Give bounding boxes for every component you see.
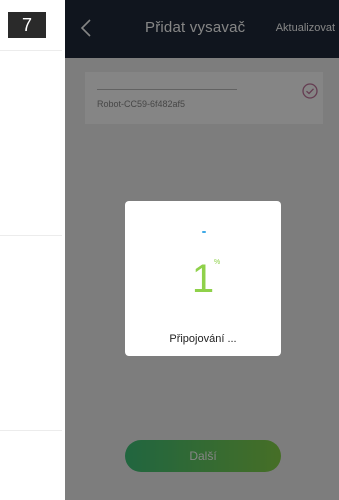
connecting-status: Připojování ... — [169, 333, 237, 345]
progress-unit: % — [214, 259, 221, 266]
loading-spinner-icon — [202, 231, 206, 233]
phone-screen: Přidat vysavač Aktualizovat Robot-CC59-6… — [65, 0, 339, 500]
screen: 7 Přidat vysavač Aktualizovat Robot-CC59… — [0, 0, 339, 500]
progress-value: 1 — [191, 257, 215, 301]
connecting-dialog: 1 % Připojování ... — [125, 201, 281, 356]
step-number-badge: 7 — [8, 12, 46, 38]
divider — [0, 50, 62, 51]
divider — [0, 430, 62, 431]
left-margin — [0, 0, 62, 500]
divider — [0, 235, 62, 236]
